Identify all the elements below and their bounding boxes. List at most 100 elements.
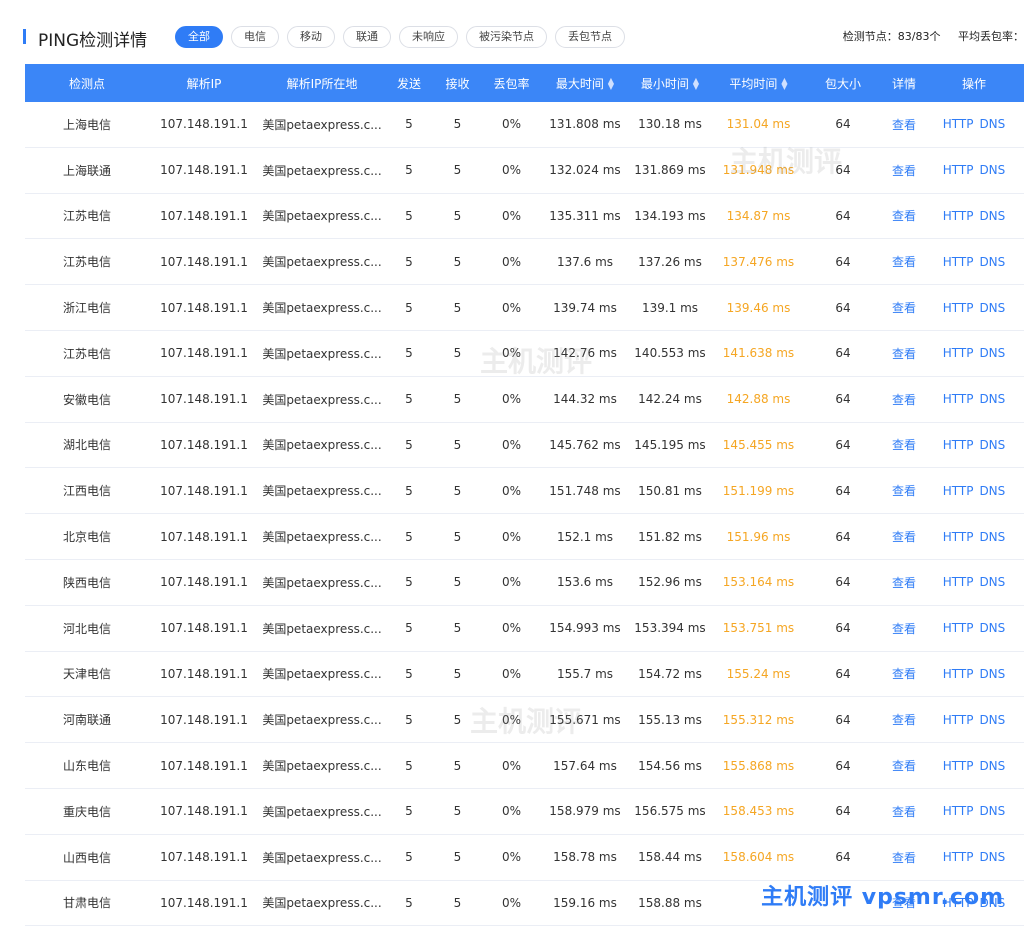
- dns-link[interactable]: DNS: [979, 163, 1005, 177]
- http-link[interactable]: HTTP: [943, 484, 974, 498]
- http-link[interactable]: HTTP: [943, 438, 974, 452]
- view-detail-link[interactable]: 查看: [892, 713, 916, 727]
- dns-link[interactable]: DNS: [979, 575, 1005, 589]
- table-cell: 153.6 ms: [556, 575, 614, 590]
- filter-chip-4[interactable]: 未响应: [399, 26, 458, 48]
- table-cell: 151.748 ms: [549, 483, 621, 498]
- sort-icon[interactable]: ▲ ▼: [693, 77, 699, 91]
- table-cell: 5: [405, 483, 413, 498]
- view-detail-link[interactable]: 查看: [892, 209, 916, 223]
- view-detail-link[interactable]: 查看: [892, 759, 916, 773]
- dns-link[interactable]: DNS: [979, 117, 1005, 131]
- http-link[interactable]: HTTP: [943, 392, 974, 406]
- table-cell: 134.193 ms: [634, 208, 706, 223]
- table-cell: 5: [453, 529, 462, 544]
- view-detail-link[interactable]: 查看: [892, 805, 916, 819]
- dns-link[interactable]: DNS: [979, 209, 1005, 223]
- column-header-1: 解析IP: [149, 75, 259, 92]
- view-detail-link[interactable]: 查看: [892, 347, 916, 361]
- dns-link[interactable]: DNS: [979, 301, 1005, 315]
- dns-link[interactable]: DNS: [979, 530, 1005, 544]
- column-header-8[interactable]: 平均时间 ▲ ▼: [711, 75, 806, 92]
- view-detail-link[interactable]: 查看: [892, 301, 916, 315]
- http-link[interactable]: HTTP: [943, 713, 974, 727]
- table-cell: 107.148.191.1: [160, 346, 248, 361]
- http-link[interactable]: HTTP: [943, 163, 974, 177]
- view-detail-link[interactable]: 查看: [892, 393, 916, 407]
- view-detail-link[interactable]: 查看: [892, 164, 916, 178]
- table-cell: 157.64 ms: [553, 758, 617, 773]
- http-link[interactable]: HTTP: [943, 667, 974, 681]
- view-detail-link[interactable]: 查看: [892, 484, 916, 498]
- view-detail-link[interactable]: 查看: [892, 576, 916, 590]
- dns-link[interactable]: DNS: [979, 621, 1005, 635]
- http-link[interactable]: HTTP: [943, 804, 974, 818]
- http-link[interactable]: HTTP: [943, 850, 974, 864]
- table-cell: 美国petaexpress.c...: [262, 484, 382, 499]
- table-cell: 5: [453, 483, 462, 498]
- dns-link[interactable]: DNS: [979, 667, 1005, 681]
- filter-chip-6[interactable]: 丢包节点: [555, 26, 625, 48]
- view-detail-link[interactable]: 查看: [892, 530, 916, 544]
- actions-cell: HTTP DNS: [928, 438, 1020, 452]
- detail-cell: 查看: [880, 436, 928, 453]
- table-cell: 64: [835, 712, 851, 727]
- sort-icon[interactable]: ▲ ▼: [608, 77, 614, 91]
- dns-link[interactable]: DNS: [979, 484, 1005, 498]
- actions-cell: HTTP DNS: [928, 713, 1020, 727]
- column-header-6[interactable]: 最大时间 ▲ ▼: [541, 75, 629, 92]
- table-cell: 145.762 ms: [549, 437, 621, 452]
- table-cell: 141.638 ms: [722, 346, 795, 361]
- table-cell: 陕西电信: [62, 575, 111, 590]
- http-link[interactable]: HTTP: [943, 209, 974, 223]
- table-row: 山西电信 107.148.191.1 美国petaexpress.c... 5 5 0% 1…: [25, 835, 1024, 881]
- table-cell: 64: [835, 300, 851, 315]
- http-link[interactable]: HTTP: [943, 759, 974, 773]
- table-cell: 美国petaexpress.c...: [262, 163, 382, 178]
- view-detail-link[interactable]: 查看: [892, 118, 916, 132]
- table-cell: 5: [453, 666, 462, 681]
- filter-chip-3[interactable]: 联通: [343, 26, 391, 48]
- table-cell: 107.148.191.1: [160, 300, 248, 315]
- dns-link[interactable]: DNS: [979, 850, 1005, 864]
- view-detail-link[interactable]: 查看: [892, 851, 916, 865]
- dns-link[interactable]: DNS: [979, 438, 1005, 452]
- table-cell: 64: [835, 117, 851, 132]
- dns-link[interactable]: DNS: [979, 255, 1005, 269]
- view-detail-link[interactable]: 查看: [892, 622, 916, 636]
- table-cell: 64: [835, 666, 851, 681]
- filter-chip-1[interactable]: 电信: [231, 26, 279, 48]
- dns-link[interactable]: DNS: [979, 392, 1005, 406]
- http-link[interactable]: HTTP: [943, 575, 974, 589]
- table-cell: 北京电信: [62, 530, 111, 545]
- brand-watermark: 主机测评 vpsmr.com: [761, 885, 1004, 910]
- sort-icon[interactable]: ▲ ▼: [781, 77, 787, 91]
- view-detail-link[interactable]: 查看: [892, 667, 916, 681]
- http-link[interactable]: HTTP: [943, 301, 974, 315]
- dns-link[interactable]: DNS: [979, 346, 1005, 360]
- filter-chip-5[interactable]: 被污染节点: [466, 26, 547, 48]
- dns-link[interactable]: DNS: [979, 713, 1005, 727]
- table-cell: 湖北电信: [62, 438, 111, 453]
- filter-chip-2[interactable]: 移动: [287, 26, 335, 48]
- table-cell: 151.82 ms: [638, 529, 702, 544]
- http-link[interactable]: HTTP: [943, 621, 974, 635]
- http-link[interactable]: HTTP: [943, 530, 974, 544]
- filter-chip-0[interactable]: 全部: [175, 26, 223, 48]
- http-link[interactable]: HTTP: [943, 346, 974, 360]
- table-cell: 152.96 ms: [638, 575, 702, 590]
- view-detail-link[interactable]: 查看: [892, 438, 916, 452]
- view-detail-link[interactable]: 查看: [892, 255, 916, 269]
- table-cell: 山东电信: [62, 759, 111, 774]
- column-header-10: 详情: [880, 75, 928, 92]
- table-cell: 5: [453, 758, 462, 773]
- column-header-4: 接收: [433, 75, 482, 92]
- http-link[interactable]: HTTP: [943, 117, 974, 131]
- dns-link[interactable]: DNS: [979, 804, 1005, 818]
- table-cell: 159.16 ms: [553, 895, 617, 910]
- table-cell: 0%: [501, 300, 522, 315]
- dns-link[interactable]: DNS: [979, 759, 1005, 773]
- http-link[interactable]: HTTP: [943, 255, 974, 269]
- column-header-7[interactable]: 最小时间 ▲ ▼: [629, 75, 711, 92]
- table-cell: 美国petaexpress.c...: [262, 392, 382, 407]
